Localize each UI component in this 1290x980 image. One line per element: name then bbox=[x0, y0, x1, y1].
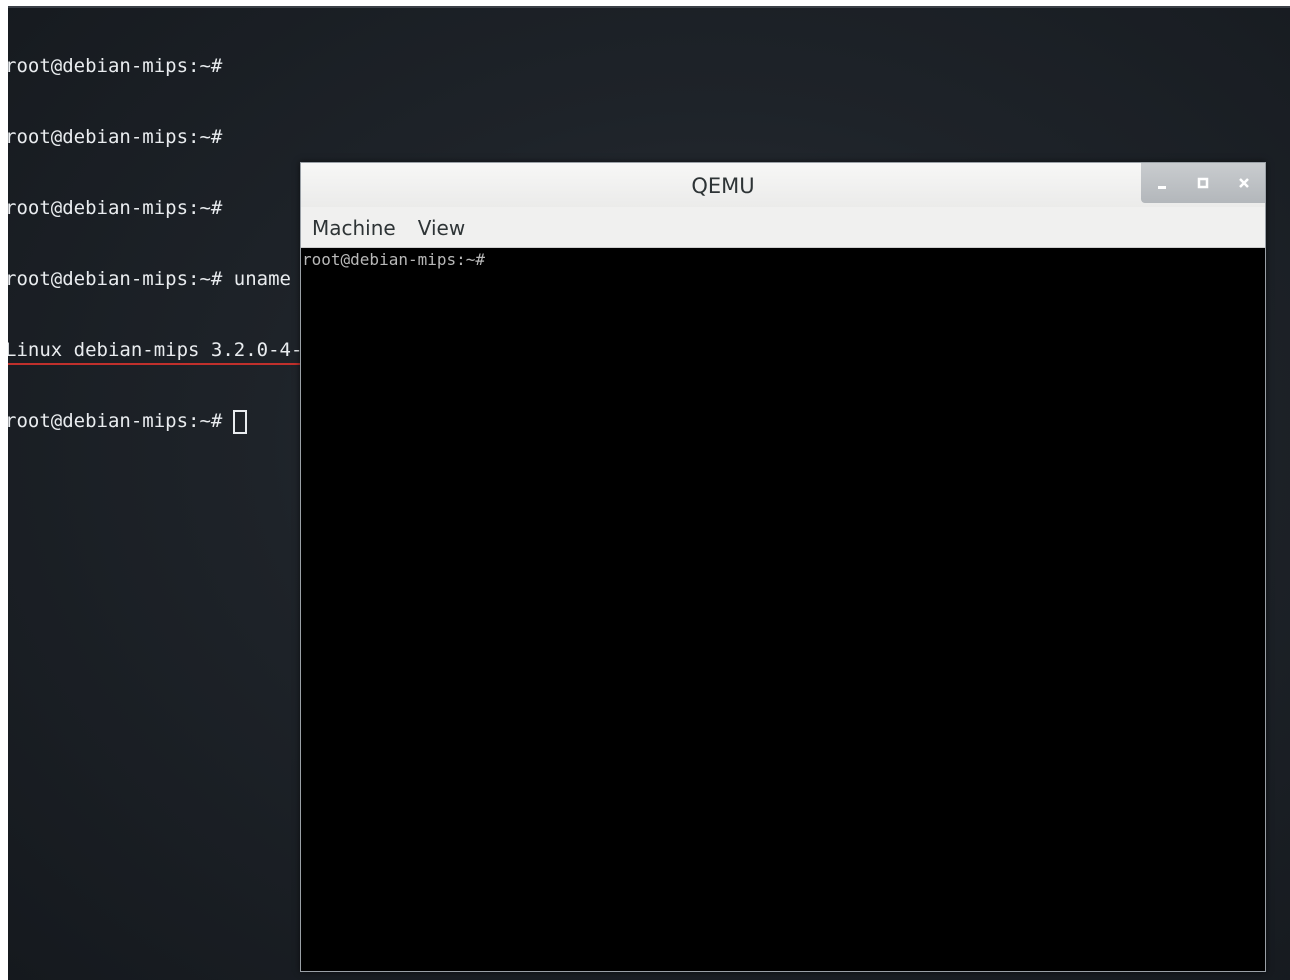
menu-view[interactable]: View bbox=[407, 207, 476, 247]
qemu-titlebar[interactable]: QEMU bbox=[301, 163, 1265, 207]
screen: root@debian-mips:~# root@debian-mips:~# … bbox=[0, 0, 1290, 980]
qemu-window-title: QEMU bbox=[691, 174, 755, 198]
minimize-icon bbox=[1157, 186, 1166, 189]
terminal-line: root@debian-mips:~# bbox=[8, 53, 794, 80]
close-button[interactable] bbox=[1229, 168, 1259, 198]
close-icon bbox=[1239, 178, 1250, 188]
qemu-console-prompt: root@debian-mips:~# bbox=[302, 250, 486, 269]
maximize-icon bbox=[1197, 177, 1209, 189]
qemu-console[interactable]: root@debian-mips:~# bbox=[301, 248, 1265, 971]
qemu-window[interactable]: QEMU Machine View root@debian-mips:~# bbox=[300, 162, 1266, 972]
minimize-button[interactable] bbox=[1147, 168, 1177, 198]
terminal-line-text: root@debian-mips:~# bbox=[8, 197, 223, 219]
terminal-line-text: root@debian-mips:~# bbox=[8, 126, 223, 148]
menu-machine[interactable]: Machine bbox=[301, 207, 407, 247]
terminal-line: root@debian-mips:~# bbox=[8, 124, 794, 151]
terminal-prompt-text: root@debian-mips:~# bbox=[8, 410, 223, 432]
text-cursor bbox=[233, 409, 248, 434]
qemu-menubar: Machine View bbox=[301, 207, 1265, 248]
terminal-line-text: root@debian-mips:~# bbox=[8, 55, 223, 77]
terminal-command-text: root@debian-mips:~# uname -a bbox=[8, 268, 326, 290]
maximize-button[interactable] bbox=[1188, 168, 1218, 198]
terminal-top-edge bbox=[8, 6, 1290, 8]
window-controls bbox=[1141, 163, 1265, 203]
